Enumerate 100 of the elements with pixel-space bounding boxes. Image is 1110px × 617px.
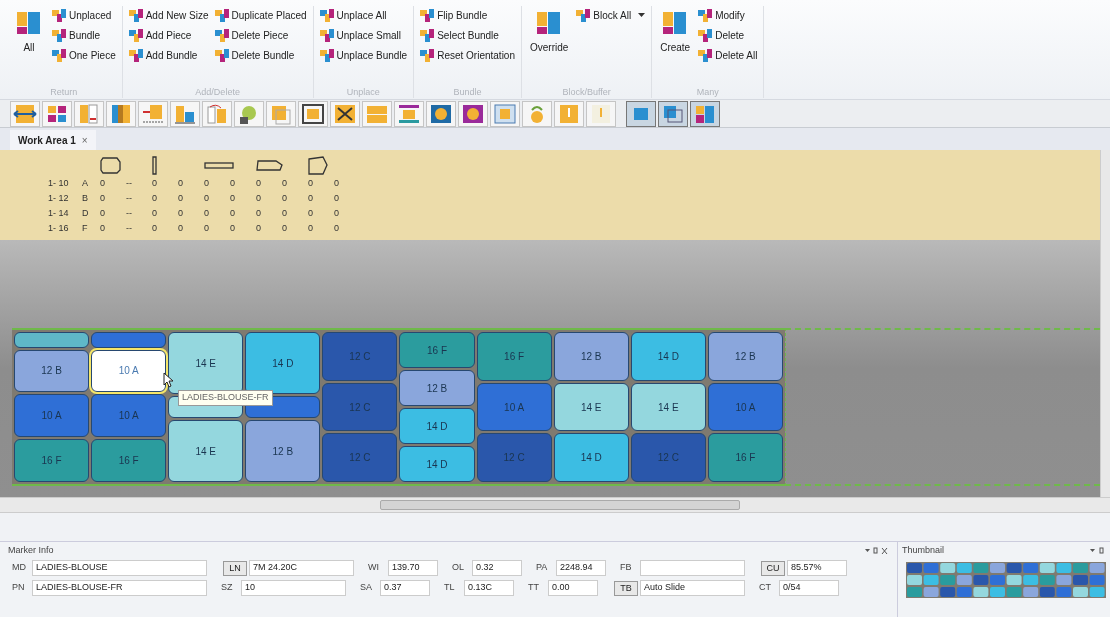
piece-count: 0: [152, 206, 158, 220]
text-field[interactable]: Auto Slide: [640, 580, 745, 596]
ribbon-button[interactable]: Duplicate Placed: [214, 6, 307, 24]
marker-piece[interactable]: 10 A: [91, 349, 167, 393]
text-field[interactable]: 0.37: [380, 580, 430, 596]
marker-piece[interactable]: 12 B: [14, 349, 90, 393]
text-field[interactable]: 10: [241, 580, 346, 596]
size-code: B: [82, 191, 89, 205]
piece-count: 0: [204, 206, 210, 220]
marker-piece[interactable]: 12 B: [245, 420, 321, 482]
field-button[interactable]: LN: [223, 560, 247, 576]
piece-count: 0: [256, 221, 262, 235]
text-field[interactable]: 0/54: [779, 580, 839, 596]
text-field[interactable]: 0.00: [548, 580, 598, 596]
piece-count: 0: [204, 176, 210, 190]
piece-count: 0: [100, 221, 106, 235]
field-label: CT: [758, 581, 772, 595]
ribbon-button[interactable]: One Piece: [52, 46, 116, 64]
marker-piece[interactable]: 14 E: [168, 332, 244, 394]
marker-piece[interactable]: 16 F: [91, 439, 167, 482]
ribbon-button[interactable]: Override: [528, 6, 571, 86]
piece-count: 0: [152, 221, 158, 235]
piece-count: 0: [334, 191, 340, 205]
ribbon-button[interactable]: Add Bundle: [128, 46, 209, 64]
piece-count: 0: [308, 176, 314, 190]
field-button[interactable]: TB: [614, 580, 638, 596]
ribbon-button[interactable]: Bundle: [52, 26, 116, 44]
ribbon-button[interactable]: Flip Bundle: [420, 6, 515, 24]
piece-count: 0: [152, 176, 158, 190]
marker-piece[interactable]: 12 B: [553, 332, 629, 381]
text-field[interactable]: 2248.94: [556, 560, 606, 576]
field-label: SZ: [220, 581, 234, 595]
ribbon-button[interactable]: Select Bundle: [420, 26, 515, 44]
tooltip: LADIES-BLOUSE-FR: [178, 390, 273, 406]
piece-count: 0: [178, 206, 184, 220]
text-field[interactable]: LADIES-BLOUSE: [32, 560, 207, 576]
piece-count: 0: [230, 176, 236, 190]
marker-piece[interactable]: 14 E: [168, 420, 244, 482]
text-field[interactable]: 85.57%: [787, 560, 847, 576]
size-range: 1- 16: [48, 221, 70, 235]
piece-count: 0: [230, 191, 236, 205]
ribbon-button[interactable]: All: [12, 6, 46, 86]
marker-piece[interactable]: 14 D: [630, 332, 706, 381]
ribbon-button[interactable]: Unplace Bundle: [319, 46, 408, 64]
tab-label: Work Area 1: [18, 133, 76, 148]
marker-piece[interactable]: 14 E: [630, 382, 706, 432]
piece-count: 0: [334, 206, 340, 220]
marker-piece[interactable]: 16 F: [707, 433, 783, 482]
field-button[interactable]: CU: [761, 560, 785, 576]
text-field[interactable]: 0.13C: [464, 580, 514, 596]
ribbon-button[interactable]: Reset Orientation: [420, 46, 515, 64]
marker-piece[interactable]: 14 E: [553, 382, 629, 432]
ribbon-button[interactable]: Add Piece: [128, 26, 209, 44]
ribbon-button[interactable]: Add New Size: [128, 6, 209, 24]
piece-count: 0: [178, 176, 184, 190]
piece-count: 0: [152, 191, 158, 205]
piece-count: 0: [204, 191, 210, 205]
marker-piece[interactable]: 16 F: [14, 439, 90, 482]
piece-count: 0: [230, 221, 236, 235]
piece-count: 0: [100, 191, 106, 205]
group-label: Block/Buffer: [561, 86, 612, 98]
ribbon-button[interactable]: Delete Piece: [214, 26, 307, 44]
ribbon-button[interactable]: Create: [658, 6, 693, 86]
panel-title: Marker Info: [8, 544, 55, 558]
marker-piece[interactable]: 14 D: [399, 446, 475, 482]
text-field[interactable]: LADIES-BLOUSE-FR: [32, 580, 207, 596]
close-icon[interactable]: ×: [81, 132, 88, 148]
field-label: SA: [359, 581, 373, 595]
marker-piece[interactable]: 14 D: [399, 408, 475, 444]
ribbon-button[interactable]: Delete: [698, 26, 758, 44]
marker-piece[interactable]: 12 B: [707, 332, 783, 381]
field-label: PA: [535, 561, 549, 575]
ribbon-button[interactable]: Delete All: [698, 46, 758, 64]
ribbon-button[interactable]: Unplace All: [319, 6, 408, 24]
text-field[interactable]: 7M 24.20C: [249, 560, 354, 576]
group-label: Add/Delete: [194, 86, 241, 98]
marker-piece[interactable]: 14 D: [553, 433, 629, 482]
work-area-tab[interactable]: Work Area 1 ×: [10, 130, 96, 150]
field-label: OL: [451, 561, 465, 575]
text-field[interactable]: 0.32: [472, 560, 522, 576]
piece-count: 0: [178, 191, 184, 205]
ribbon-button[interactable]: Unplace Small: [319, 26, 408, 44]
piece-count: 0: [256, 176, 262, 190]
marker-piece[interactable]: 16 F: [399, 332, 475, 368]
panel-title: Thumbnail: [902, 544, 946, 558]
piece-count: 0: [100, 176, 106, 190]
ribbon-button[interactable]: Block All: [576, 6, 646, 24]
marker-piece[interactable]: 12 B: [399, 370, 475, 406]
piece-count: --: [126, 191, 133, 205]
marker-piece[interactable]: 14 D: [245, 332, 321, 394]
piece-count: --: [126, 206, 133, 220]
ribbon-button[interactable]: Delete Bundle: [214, 46, 307, 64]
piece-count: 0: [204, 221, 210, 235]
marker-piece[interactable]: 16 F: [476, 332, 552, 381]
text-field[interactable]: 139.70: [388, 560, 438, 576]
size-range: 1- 12: [48, 191, 70, 205]
piece-count: 0: [282, 206, 288, 220]
ribbon-button[interactable]: Unplaced: [52, 6, 116, 24]
piece-count: --: [126, 176, 133, 190]
ribbon-button[interactable]: Modify: [698, 6, 758, 24]
